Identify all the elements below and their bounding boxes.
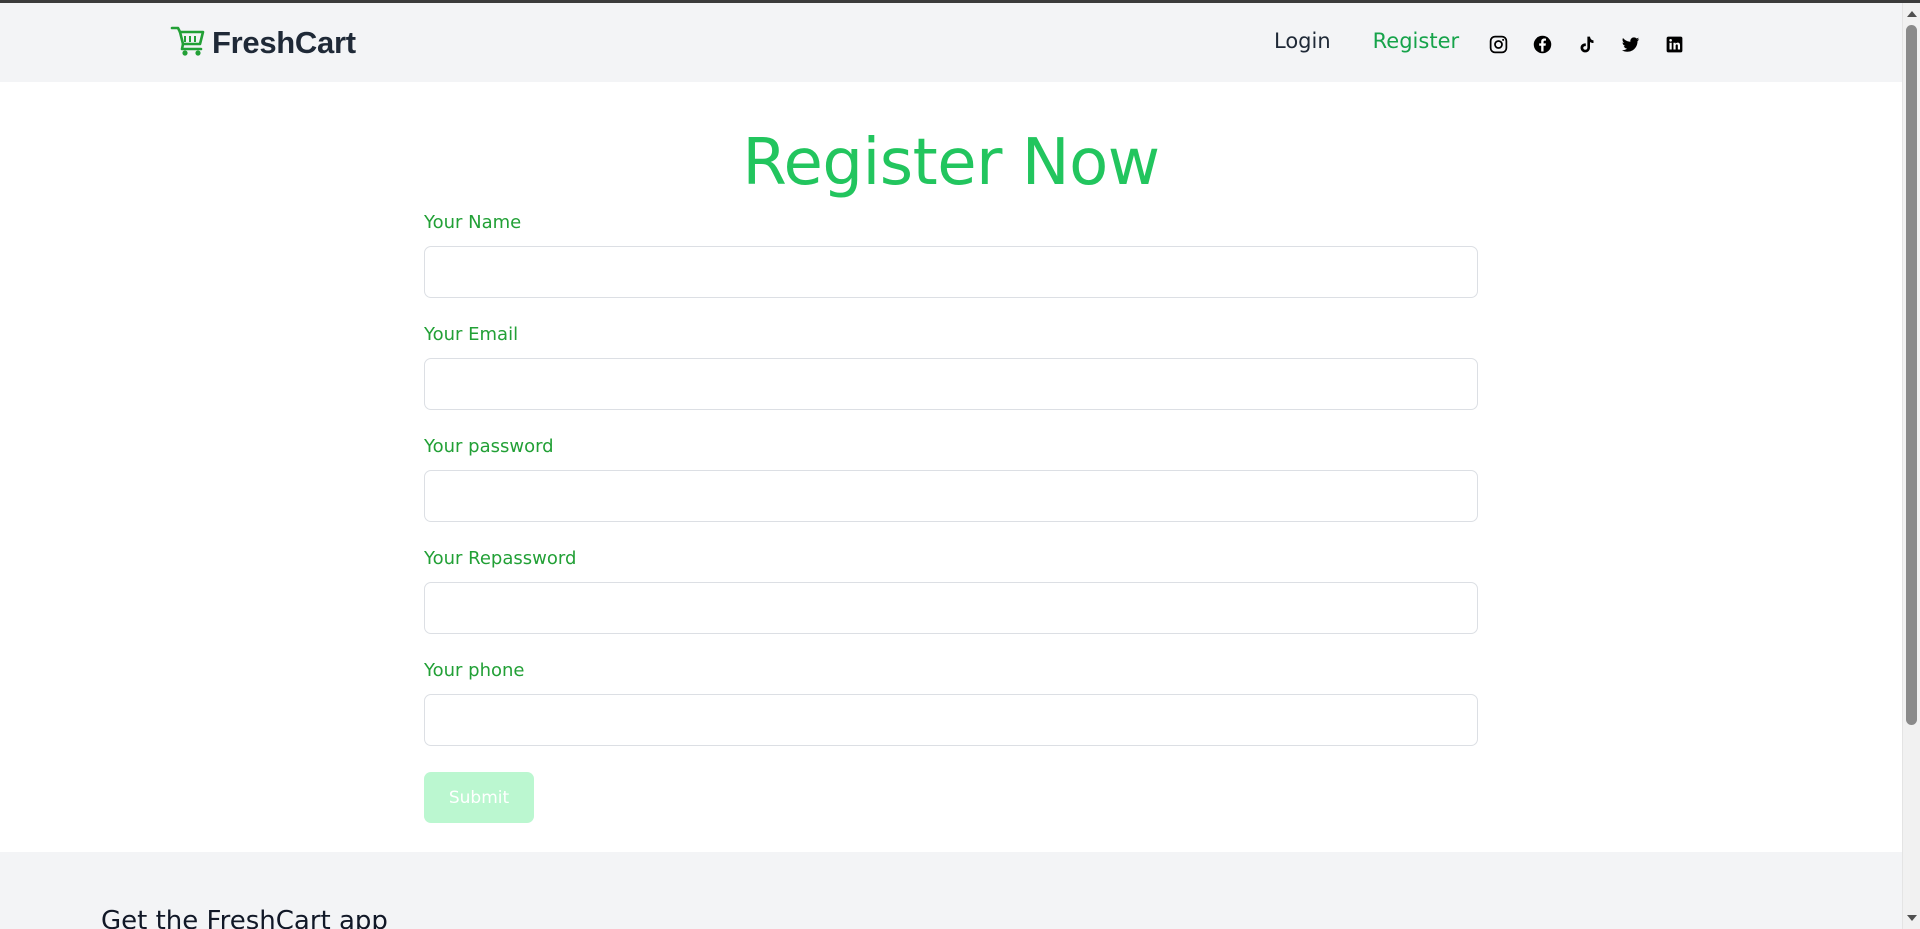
twitter-icon[interactable] <box>1619 33 1641 55</box>
vertical-scrollbar[interactable] <box>1902 3 1920 929</box>
linkedin-icon[interactable] <box>1663 33 1685 55</box>
register-form: Your Name Your Email Your password Your … <box>424 212 1478 823</box>
repassword-label: Your Repassword <box>424 548 577 569</box>
main-content: Register Now Your Name Your Email Your p… <box>0 82 1902 852</box>
facebook-icon[interactable] <box>1531 33 1553 55</box>
repassword-field-group: Your Repassword <box>424 548 1478 636</box>
name-label: Your Name <box>424 212 522 233</box>
scrollbar-thumb[interactable] <box>1906 25 1917 725</box>
password-label: Your password <box>424 436 554 457</box>
instagram-icon[interactable] <box>1487 33 1509 55</box>
phone-input[interactable] <box>424 694 1478 746</box>
email-input[interactable] <box>424 358 1478 410</box>
shopping-cart-icon <box>170 23 206 63</box>
scroll-down-arrow-icon[interactable] <box>1907 915 1917 921</box>
nav-login-link[interactable]: Login <box>1274 29 1331 53</box>
repassword-input[interactable] <box>424 582 1478 634</box>
nav-register-link[interactable]: Register <box>1373 29 1459 53</box>
phone-label: Your phone <box>424 660 525 681</box>
social-links <box>1487 33 1707 55</box>
scroll-up-arrow-icon[interactable] <box>1907 11 1917 17</box>
name-field-group: Your Name <box>424 212 1478 300</box>
password-input[interactable] <box>424 470 1478 522</box>
brand-logo-link[interactable]: FreshCart <box>170 23 356 63</box>
page-title: Register Now <box>742 126 1160 200</box>
navbar: FreshCart Login Register <box>0 3 1902 82</box>
password-field-group: Your password <box>424 436 1478 524</box>
footer: Get the FreshCart app <box>0 852 1902 929</box>
submit-button[interactable]: Submit <box>424 772 534 823</box>
footer-app-title: Get the FreshCart app <box>101 906 388 929</box>
email-field-group: Your Email <box>424 324 1478 412</box>
phone-field-group: Your phone <box>424 660 1478 748</box>
email-label: Your Email <box>424 324 519 345</box>
tiktok-icon[interactable] <box>1575 33 1597 55</box>
nav-links: Login Register <box>1274 29 1501 53</box>
name-input[interactable] <box>424 246 1478 298</box>
brand-name: FreshCart <box>212 25 356 60</box>
